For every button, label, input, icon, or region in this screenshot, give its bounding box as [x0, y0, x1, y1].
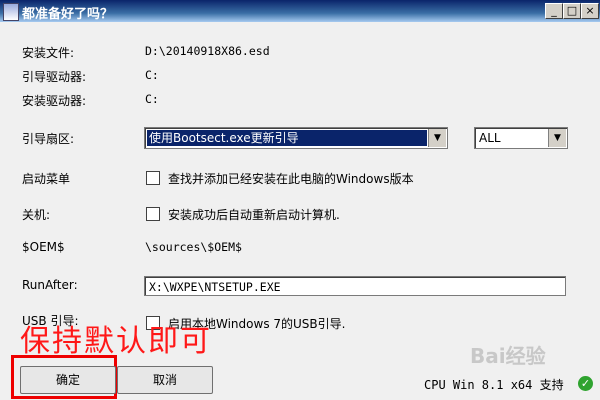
check-icon: ✓: [578, 376, 593, 391]
install-drive-value: C:: [145, 92, 159, 106]
runafter-label: RunAfter:: [22, 278, 78, 292]
oem-value: \sources\$OEM$: [145, 240, 242, 254]
app-icon: [3, 3, 19, 21]
runafter-input[interactable]: X:\WXPE\NTSETUP.EXE: [144, 276, 566, 296]
window-title: 都准备好了吗？: [22, 7, 114, 22]
shutdown-checkbox[interactable]: [146, 207, 160, 221]
ok-button[interactable]: 确定: [20, 366, 116, 394]
boot-mode-select[interactable]: ALL ▼: [474, 127, 568, 149]
install-file-value: D:\20140918X86.esd: [145, 44, 270, 58]
annotation-text: 保持默认即可: [20, 324, 212, 359]
boot-menu-checkbox-label[interactable]: 查找并添加已经安装在此电脑的Windows版本: [168, 170, 414, 187]
boot-menu-checkbox[interactable]: [146, 171, 160, 185]
chevron-down-icon[interactable]: ▼: [428, 129, 446, 147]
close-button[interactable]: ×: [581, 3, 599, 19]
status-text: CPU Win 8.1 x64 支持: [424, 378, 564, 392]
boot-drive-value: C:: [145, 68, 159, 82]
title-bar[interactable]: 都准备好了吗？ _ □ ×: [0, 0, 600, 22]
boot-sector-label: 引导扇区:: [22, 132, 75, 146]
boot-drive-label: 引导驱动器:: [22, 70, 87, 84]
chevron-down-icon[interactable]: ▼: [548, 129, 566, 147]
install-drive-label: 安装驱动器:: [22, 94, 87, 108]
boot-menu-label: 启动菜单: [22, 172, 71, 186]
maximize-button[interactable]: □: [563, 3, 581, 19]
install-file-label: 安装文件:: [22, 46, 75, 60]
watermark-text: Bai经验: [470, 344, 546, 368]
cancel-button[interactable]: 取消: [117, 366, 213, 394]
boot-sector-selected: 使用Bootsect.exe更新引导: [147, 130, 427, 146]
minimize-button[interactable]: _: [545, 3, 563, 19]
boot-mode-selected: ALL: [479, 131, 501, 145]
boot-sector-select[interactable]: 使用Bootsect.exe更新引导 ▼: [144, 127, 448, 149]
oem-label: $OEM$: [22, 240, 65, 254]
shutdown-checkbox-label[interactable]: 安装成功后自动重新启动计算机.: [168, 206, 340, 223]
shutdown-label: 关机:: [22, 208, 51, 222]
